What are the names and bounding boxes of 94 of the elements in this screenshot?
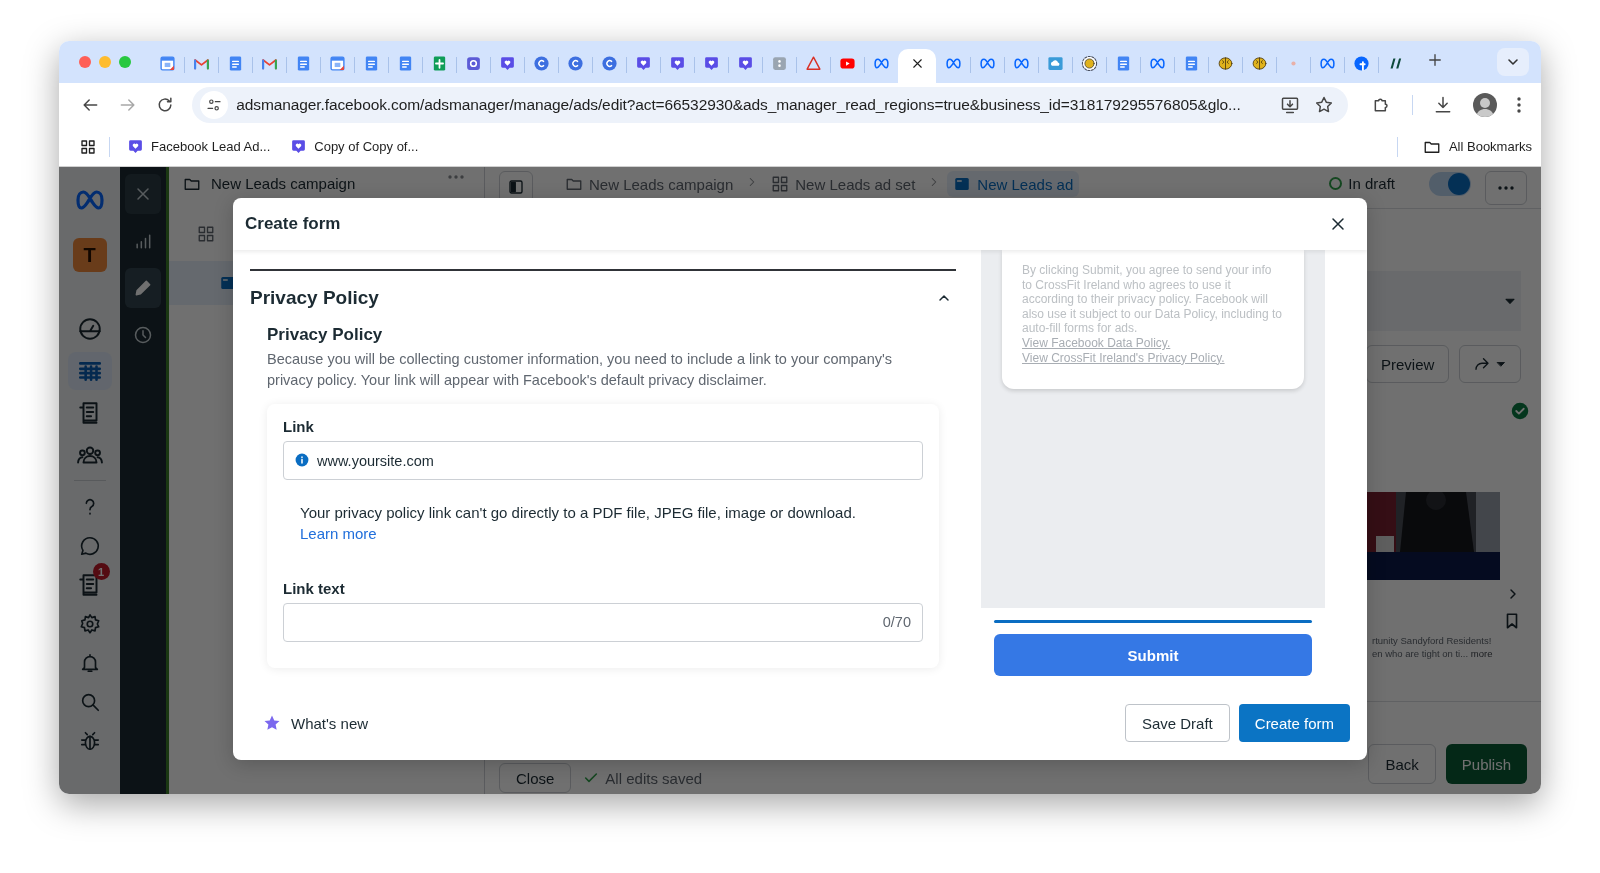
heart-bubble-icon xyxy=(290,138,308,155)
dialog-title: Create form xyxy=(245,214,341,234)
url-text: adsmanager.facebook.com/adsmanager/manage/ads/edit?act=66532930&ads_manager_read_regions=true&business_id=318179295576805&glo... xyxy=(236,96,1242,114)
share-button[interactable] xyxy=(1459,345,1521,383)
status-text: In draft xyxy=(1348,175,1395,192)
publish-button[interactable]: Publish xyxy=(1445,744,1527,784)
save-draft-button[interactable]: Save Draft xyxy=(1124,704,1230,742)
circle-logo-icon xyxy=(1352,54,1370,72)
bookmark-link[interactable]: Facebook Lead Ad... xyxy=(151,139,271,154)
ad-icon xyxy=(953,175,972,193)
breadcrumb[interactable]: New Leads ad set xyxy=(765,171,922,197)
heart-bubble-icon xyxy=(736,54,754,72)
bookmark-link[interactable]: Copy of Copy of... xyxy=(314,139,419,154)
more-button[interactable] xyxy=(1485,171,1527,205)
ad-text: rtunity Sandyford Residents! xyxy=(1372,634,1493,647)
install-icon xyxy=(1280,95,1300,115)
plus-icon xyxy=(1426,51,1444,69)
field-label: Link text xyxy=(283,580,346,597)
app-icon xyxy=(770,54,788,72)
pencil-icon xyxy=(133,278,153,298)
breadcrumb[interactable]: New Leads campaign xyxy=(559,171,740,197)
notification-badge: 1 xyxy=(92,563,110,580)
dot-icon xyxy=(1290,60,1296,66)
sidebar-icon xyxy=(507,178,525,196)
arc-circle-icon xyxy=(532,54,550,72)
whats-new-link[interactable]: What's new xyxy=(291,714,369,732)
subsection-title: Privacy Policy xyxy=(267,325,384,345)
settings-icon xyxy=(78,612,101,635)
bar-chart-icon xyxy=(133,231,153,251)
cloud-icon xyxy=(1046,54,1064,72)
download-icon xyxy=(1433,95,1453,115)
share-arrow-icon xyxy=(1473,355,1492,373)
profile-avatar[interactable] xyxy=(1473,93,1497,117)
more-horizontal-icon xyxy=(1498,186,1514,190)
nav-button[interactable] xyxy=(67,352,112,390)
star-icon xyxy=(1314,95,1334,115)
tune-icon xyxy=(206,97,223,113)
arc-circle-icon xyxy=(600,54,618,72)
account-avatar[interactable]: T xyxy=(72,238,107,272)
apps-button[interactable] xyxy=(79,137,97,156)
clock-icon xyxy=(133,325,153,345)
section-title: Privacy Policy xyxy=(250,287,379,309)
apps-grid-icon xyxy=(79,137,97,156)
star-icon xyxy=(263,714,281,732)
grid-icon xyxy=(197,225,215,243)
status-ring-icon xyxy=(1329,177,1343,190)
link-field[interactable]: www.yoursite.com xyxy=(283,441,923,480)
heart-bubble-icon xyxy=(668,54,686,72)
create-button[interactable]: Create form xyxy=(1238,704,1350,742)
grid-icon xyxy=(771,175,790,193)
tool-button[interactable] xyxy=(125,268,161,308)
toggle-switch[interactable] xyxy=(1429,172,1471,196)
calendar-icon xyxy=(158,54,176,72)
brain-icon xyxy=(1216,54,1234,72)
all-bookmarks-link[interactable]: All Bookmarks xyxy=(1448,139,1532,154)
arc-circle-icon xyxy=(566,54,584,72)
info-icon xyxy=(295,453,309,467)
tab-search-button[interactable] xyxy=(1497,48,1529,76)
campaign-name[interactable]: New Leads campaign xyxy=(211,175,356,192)
more-horizontal-icon xyxy=(448,175,464,179)
heart-bubble-icon xyxy=(634,54,652,72)
saved-status: All edits saved xyxy=(605,769,703,787)
address-bar[interactable]: adsmanager.facebook.com/adsmanager/manage/ads/edit?act=66532930&ads_manager_read_regions=true&business_id=318179295576805&glo... xyxy=(192,87,1348,123)
breadcrumb[interactable]: New Leads ad xyxy=(947,171,1080,197)
gauge-icon xyxy=(76,316,103,342)
description-text: Because you will be collecting customer information, you need to include a link to your company's privacy policy. Your link will appear with Facebook's default privacy disclaimer. xyxy=(267,350,893,390)
heart-bubble-icon xyxy=(498,54,516,72)
brain-icon xyxy=(1080,54,1098,72)
menu-button[interactable] xyxy=(1517,97,1521,113)
policy-link[interactable]: View CrossFit Ireland's Privacy Policy. xyxy=(1022,350,1225,365)
submit-button[interactable]: Submit xyxy=(994,634,1312,676)
field-label: Link xyxy=(283,418,315,435)
back-button[interactable]: Back xyxy=(1368,744,1436,784)
policy-link[interactable]: View Facebook Data Policy. xyxy=(1022,335,1171,350)
close-button[interactable]: Close xyxy=(499,763,572,793)
app-icon xyxy=(464,54,482,72)
learn-more-link[interactable]: Learn more xyxy=(300,523,377,544)
heart-bubble-icon xyxy=(127,138,144,155)
ad-text: en who are tight on ti... xyxy=(1372,648,1469,659)
heart-bubble-icon xyxy=(702,54,720,72)
link-text-field[interactable] xyxy=(283,603,923,642)
more-vertical-icon xyxy=(1517,97,1521,113)
brain-icon xyxy=(1250,54,1268,72)
chat-bubble-icon xyxy=(78,534,101,557)
bug-icon xyxy=(78,729,101,752)
check-circle-icon xyxy=(1511,402,1529,420)
disclaimer-text: By clicking Submit, you agree to send your info to CrossFit Ireland who agrees to use it according to their privacy policy. Facebook will also use it subject to our Data Policy, including to auto-fill forms for ads. View Facebook Data Policy. View CrossFit Ireland's Privacy Policy. xyxy=(1022,263,1283,366)
close-window-button[interactable] xyxy=(79,56,91,68)
downloads-button[interactable] xyxy=(1433,95,1453,115)
triangle-icon xyxy=(804,54,822,72)
more-link[interactable]: more xyxy=(1470,648,1493,659)
calendar-icon xyxy=(328,54,346,72)
note-text: Your privacy policy link can't go directly to a PDF file, JPEG file, image or download. Learn more xyxy=(299,503,857,544)
character-counter: 0/70 xyxy=(882,614,911,630)
